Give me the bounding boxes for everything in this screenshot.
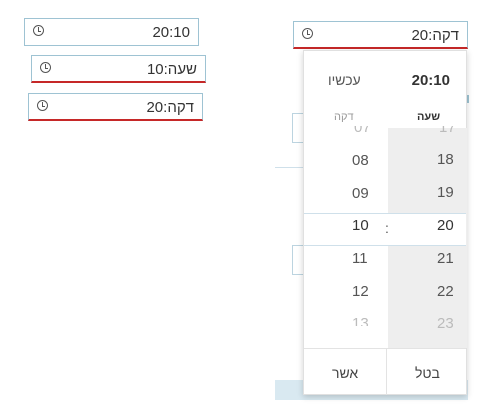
minute-option-selected[interactable]: 10	[352, 217, 369, 234]
time-field-value: 20:דקה	[411, 27, 459, 44]
time-field-1[interactable]: 20:10	[24, 18, 199, 46]
time-picker-popup: 20:10 עכשיו שעה דקה : 17 18 19 20 21 22 …	[303, 50, 467, 395]
clock-icon[interactable]	[302, 28, 313, 39]
minute-option[interactable]: 07	[354, 126, 371, 136]
time-field-2[interactable]: שעה:10	[31, 55, 206, 83]
minute-option[interactable]: 08	[352, 152, 369, 169]
hour-column-header: שעה	[417, 111, 441, 123]
background-edge	[467, 95, 469, 103]
clock-icon[interactable]	[37, 100, 48, 111]
minute-option[interactable]: 12	[352, 283, 369, 300]
hour-option[interactable]: 17	[439, 126, 456, 136]
confirm-button[interactable]: אשר	[332, 365, 358, 381]
current-time: 20:10	[411, 72, 450, 89]
time-field-value: 20:10	[152, 24, 190, 41]
background-divider	[275, 167, 305, 168]
footer-divider	[386, 349, 387, 395]
hour-option-selected[interactable]: 20	[437, 217, 454, 234]
minute-option[interactable]: 13	[352, 315, 369, 326]
hour-option[interactable]: 18	[437, 151, 454, 168]
active-time-field[interactable]: 20:דקה	[293, 21, 468, 49]
hour-option[interactable]: 19	[437, 184, 454, 201]
hour-option[interactable]: 21	[437, 250, 454, 267]
time-field-value: שעה:10	[146, 61, 197, 78]
minute-option[interactable]: 11	[352, 250, 368, 267]
hour-option[interactable]: 23	[437, 315, 454, 332]
time-separator: :	[385, 220, 389, 236]
time-field-value: 20:דקה	[146, 99, 194, 116]
picker-footer: אשר בטל	[304, 348, 466, 395]
hour-option[interactable]: 22	[437, 283, 454, 300]
minute-option[interactable]: 09	[352, 185, 369, 202]
now-button[interactable]: עכשיו	[328, 72, 361, 88]
time-field-3[interactable]: 20:דקה	[28, 93, 203, 121]
clock-icon[interactable]	[33, 25, 44, 36]
clock-icon[interactable]	[40, 62, 51, 73]
cancel-button[interactable]: בטל	[415, 365, 440, 381]
minute-column-header: דקה	[334, 111, 354, 123]
